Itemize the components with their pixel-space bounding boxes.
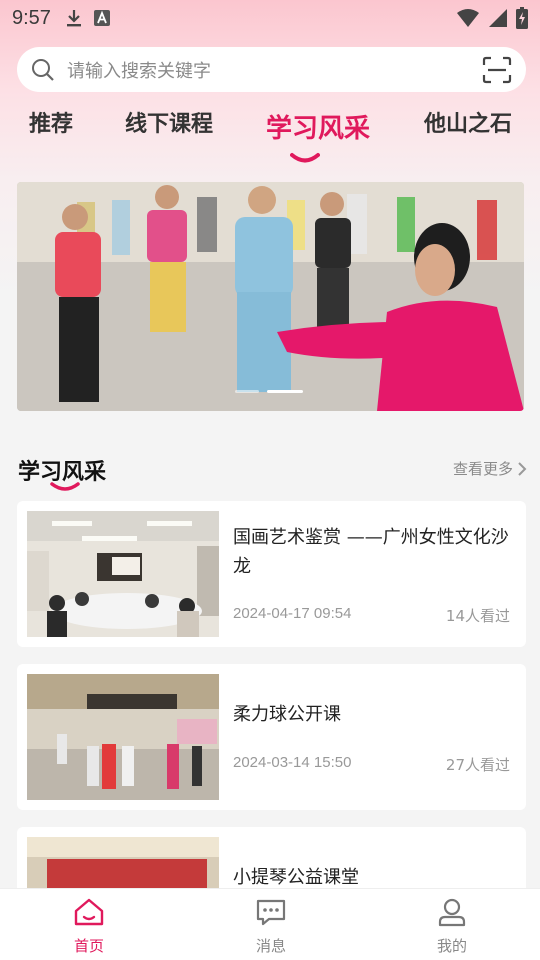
- section-header: 学习风采 查看更多: [18, 450, 527, 491]
- article-card[interactable]: 柔力球公开课 2024-03-14 15:50 27人看过: [17, 664, 526, 810]
- article-card[interactable]: 国画艺术鉴赏 ——广州女性文化沙龙 2024-04-17 09:54 14人看过: [17, 501, 526, 647]
- tab-offline-courses[interactable]: 线下课程: [125, 106, 213, 138]
- tab-recommend[interactable]: 推荐: [29, 106, 73, 138]
- article-views: 14人看过: [445, 607, 510, 625]
- tab-other-stones[interactable]: 他山之石: [424, 106, 512, 138]
- article-date: 2024-03-14 15:50: [233, 754, 352, 771]
- carousel-indicator: [235, 390, 303, 393]
- status-time: 9:57: [12, 6, 51, 29]
- view-more-link[interactable]: 查看更多: [453, 458, 527, 479]
- search-bar[interactable]: 请输入搜索关键字: [17, 47, 526, 92]
- signal-icon: [489, 9, 507, 27]
- view-more-label: 查看更多: [452, 460, 513, 478]
- nav-profile[interactable]: 我的: [407, 897, 497, 956]
- status-bar: 9:57: [0, 0, 540, 36]
- download-icon: [66, 10, 81, 27]
- bottom-navigation: 首页 消息 我的: [0, 888, 540, 960]
- font-a-icon: [93, 10, 110, 26]
- nav-profile-label: 我的: [436, 937, 467, 955]
- message-icon: [256, 899, 286, 926]
- article-title: 国画艺术鉴赏 ——广州女性文化沙龙: [233, 527, 509, 577]
- article-views: 27人看过: [445, 756, 510, 774]
- wifi-icon: [457, 9, 479, 27]
- carousel-dot-active[interactable]: [267, 390, 303, 393]
- nav-messages[interactable]: 消息: [226, 897, 316, 956]
- search-icon: [32, 58, 54, 81]
- active-tab-indicator: [290, 153, 320, 163]
- carousel-dot[interactable]: [235, 390, 259, 393]
- article-thumbnail: [27, 674, 219, 800]
- nav-messages-label: 消息: [255, 937, 286, 955]
- banner-carousel[interactable]: [17, 182, 524, 411]
- article-thumbnail: [27, 511, 219, 637]
- home-icon: [74, 898, 104, 926]
- search-input[interactable]: 请输入搜索关键字: [67, 57, 211, 83]
- article-date: 2024-04-17 09:54: [233, 605, 352, 622]
- category-tabs: 推荐 线下课程 学习风采 他山之石: [0, 100, 540, 170]
- chevron-right-icon: [518, 461, 527, 476]
- battery-icon: [516, 7, 528, 29]
- tab-learning-showcase[interactable]: 学习风采: [266, 108, 370, 145]
- nav-home[interactable]: 首页: [44, 897, 134, 956]
- nav-home-label: 首页: [73, 937, 104, 955]
- scan-icon[interactable]: [482, 56, 512, 84]
- banner-image: [17, 182, 524, 411]
- article-title: 柔力球公开课: [233, 704, 341, 725]
- profile-icon: [438, 898, 466, 927]
- section-title-underline: [50, 482, 80, 491]
